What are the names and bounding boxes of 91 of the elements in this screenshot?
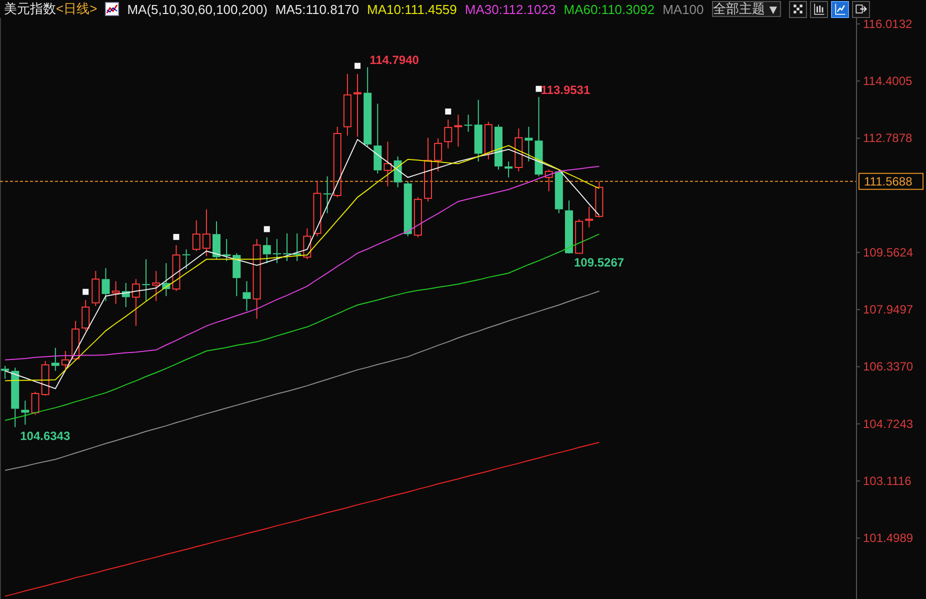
- price-axis-label: 104.7243: [863, 416, 914, 431]
- candlestick: [262, 236, 271, 264]
- candlestick: [41, 360, 50, 396]
- candlestick: [333, 126, 342, 198]
- candlestick: [394, 156, 402, 188]
- candlestick: [132, 278, 140, 326]
- candlestick: [182, 248, 190, 270]
- candlestick: [61, 350, 70, 372]
- chart-tool-button[interactable]: [830, 0, 849, 18]
- candlestick: [212, 220, 221, 260]
- grid-icon: [790, 2, 805, 16]
- candlestick: [585, 206, 594, 228]
- bars-icon: [812, 2, 826, 16]
- candlestick: [474, 99, 482, 162]
- moving-average-value: MA60:110.3092: [564, 2, 655, 16]
- price-axis-label: 114.4005: [863, 74, 912, 88]
- low-price-label: 104.6343: [20, 429, 70, 444]
- price-axis-label: 109.5624: [863, 245, 914, 260]
- candlestick: [21, 400, 30, 426]
- candlestick: [272, 238, 281, 264]
- candlestick: [1, 365, 10, 380]
- candlestick: [404, 180, 412, 237]
- candlestick: [202, 208, 210, 257]
- caret-icon: ▼: [766, 2, 780, 16]
- high-price-label: 114.7940: [370, 53, 419, 68]
- candlestick: [51, 347, 60, 372]
- candlestick: [72, 320, 80, 362]
- theme-dropdown[interactable]: 全部主题▼: [712, 1, 781, 17]
- candlestick: [454, 114, 462, 148]
- candlestick: [11, 367, 20, 428]
- current-price-label: 111.5688: [858, 172, 924, 190]
- price-axis-label: 116.0132: [863, 18, 912, 31]
- grid-tool-button[interactable]: [788, 0, 807, 18]
- candlestick: [122, 282, 130, 308]
- candlestick: [354, 73, 362, 138]
- period-label[interactable]: <日线>: [56, 0, 98, 18]
- candlestick: [504, 160, 513, 178]
- candlestick: [575, 218, 584, 254]
- bars-tool-button[interactable]: [810, 0, 828, 18]
- price-axis-label: 101.4989: [863, 531, 914, 546]
- symbol-name: 美元指数: [4, 0, 56, 18]
- candlestick: [112, 280, 120, 304]
- candlestick: [444, 119, 452, 149]
- moving-average-value: MA30:112.1023: [464, 2, 556, 16]
- candlestick: [434, 138, 442, 172]
- candlestick: [414, 196, 422, 238]
- candlestick: [544, 169, 553, 192]
- ref-line-label: 111.5688: [864, 174, 913, 188]
- candlestick: [514, 128, 523, 172]
- candlestick: [565, 200, 573, 254]
- candlestick: [313, 180, 322, 237]
- candlestick: [242, 280, 251, 312]
- candlestick: [102, 268, 110, 302]
- candlestick: [524, 126, 533, 162]
- candlestick: [232, 252, 241, 297]
- candlestick: [595, 180, 604, 218]
- candlestick: [323, 176, 332, 214]
- candlestick: [192, 220, 200, 252]
- indicator-label: MA(5,10,30,60,100,200): [127, 2, 268, 16]
- candlestick: [82, 300, 90, 332]
- low-price-label: 109.5267: [574, 256, 624, 270]
- candlestick: [374, 103, 382, 174]
- exit-tool-button[interactable]: [852, 0, 870, 18]
- moving-average-value: MA5:110.8170: [275, 2, 360, 16]
- candlestick: [554, 169, 563, 214]
- candlestick: [142, 258, 150, 302]
- candlestick: [384, 141, 392, 187]
- candlestick: [303, 228, 312, 260]
- candlestick: [152, 270, 160, 302]
- candlestick: [283, 232, 291, 262]
- price-axis-label: 106.3370: [863, 360, 914, 374]
- candlestick: [293, 232, 302, 262]
- candlestick: [31, 391, 40, 416]
- moving-average-value: MA100: [662, 2, 704, 16]
- chart-icon: [832, 2, 847, 16]
- high-price-label: 113.9531: [540, 83, 590, 97]
- candlestick: [484, 121, 492, 160]
- candlestick: [343, 73, 352, 136]
- price-axis-label: 112.7878: [863, 131, 912, 146]
- candlestick: [424, 137, 432, 202]
- candlestick: [494, 124, 502, 170]
- line-chart-icon[interactable]: [105, 2, 120, 16]
- candlestick: [162, 262, 170, 297]
- candlestick: [222, 238, 231, 262]
- exit-icon: [854, 2, 868, 16]
- price-axis-label: 103.1116: [863, 474, 912, 488]
- candlestick: [464, 114, 472, 132]
- moving-average-value: MA10:111.4559: [367, 2, 457, 16]
- candlestick: [172, 244, 180, 292]
- candlestick: [92, 270, 100, 307]
- price-axis-label: 107.9497: [863, 302, 914, 317]
